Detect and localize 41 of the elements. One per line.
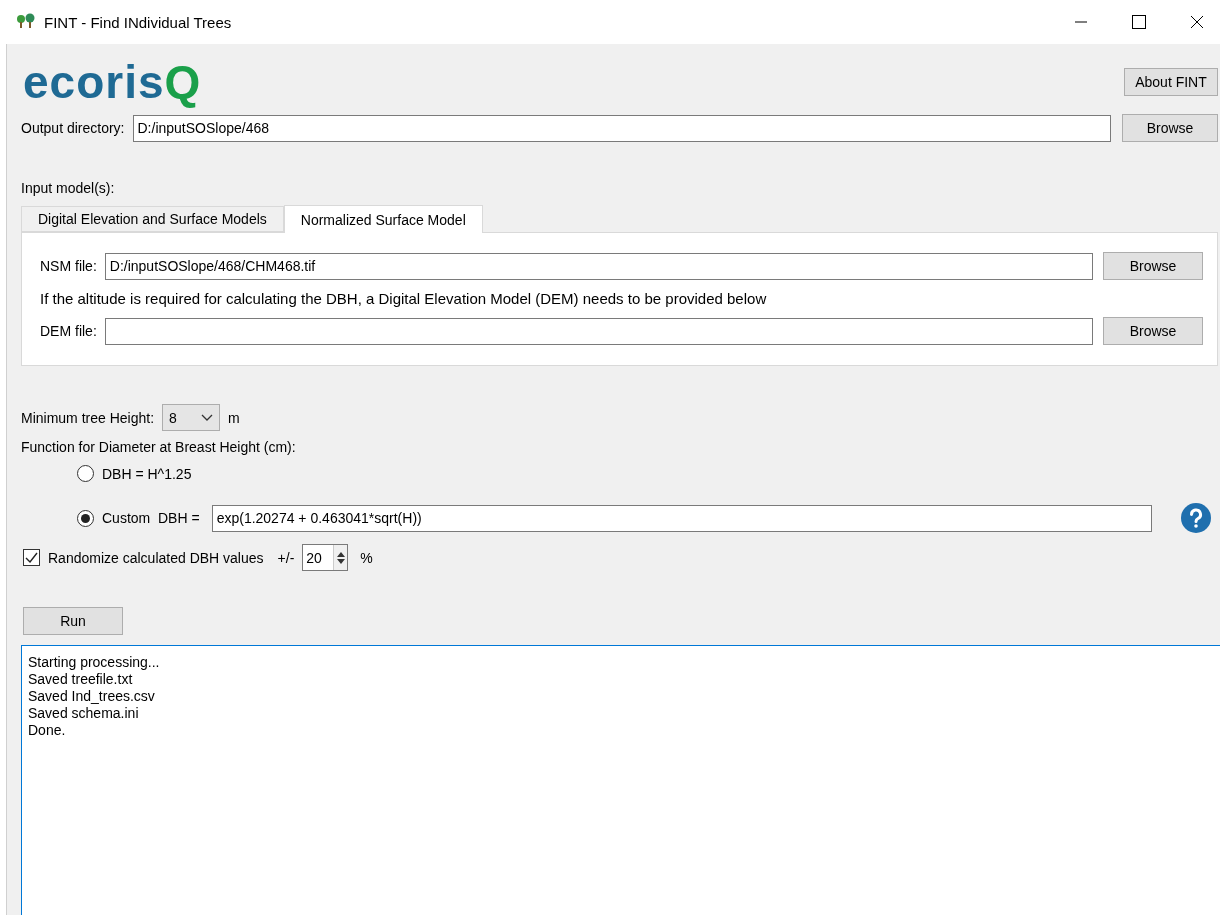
custom-dbh-field[interactable]: exp(1.20274 + 0.463041*sqrt(H)) <box>211 504 1152 532</box>
run-button[interactable]: Run <box>23 607 123 635</box>
chevron-down-icon <box>201 413 214 422</box>
dbh-function-label: Function for Diameter at Breast Height (cm): <box>21 439 297 455</box>
browse-button[interactable]: Browse <box>1122 114 1218 142</box>
about-button[interactable]: About FINT <box>1124 68 1218 96</box>
output-directory-label: Output directory: <box>21 120 125 136</box>
note-text: If the altitude is required for calculating the DBH, a Digital Elevation Model (DEM) needs to be provided below <box>40 290 768 307</box>
radio-button[interactable] <box>77 465 94 482</box>
log-line: Saved treefile.txt <box>28 671 134 688</box>
logo: ecorisQ <box>22 55 202 109</box>
unit-label: m <box>228 409 240 426</box>
check-icon <box>25 552 38 563</box>
log-line: Done. <box>28 722 67 739</box>
log-line: Saved schema.ini <box>28 705 140 722</box>
percent-label: % <box>360 549 373 566</box>
log-line: Starting processing... <box>28 654 161 671</box>
nsm-file-field[interactable]: D:/inputSOSlope/468/CHM468.tif <box>104 252 1093 280</box>
dem-file-field[interactable] <box>104 317 1093 345</box>
radio-button[interactable] <box>77 509 94 527</box>
plus-minus-label: +/- <box>277 549 295 566</box>
browse-button[interactable]: Browse <box>1103 252 1203 280</box>
height-dropdown[interactable]: 8 <box>162 404 221 431</box>
checkbox[interactable] <box>23 549 40 566</box>
percent-spinbox[interactable]: 20 <box>302 544 349 571</box>
trees-icon <box>16 13 36 31</box>
input-models-label: Input model(s): <box>21 180 116 196</box>
spin-arrows-icon <box>336 550 345 565</box>
dem-file-label: DEM file: <box>40 323 97 339</box>
output-directory-field[interactable]: D:/inputSOSlope/468 <box>132 114 1111 142</box>
nsm-file-label: NSM file: <box>40 258 97 274</box>
window-title: FINT - Find INdividual Trees <box>44 13 233 31</box>
radio-label: Custom DBH = <box>102 510 200 526</box>
tab[interactable]: Normalized Surface Model <box>283 205 483 233</box>
radio-label: DBH = H^1.25 <box>102 465 192 482</box>
tab[interactable]: Digital Elevation and Surface Models <box>21 206 284 232</box>
help-icon[interactable] <box>1180 502 1212 534</box>
min-height-label: Minimum tree Height: <box>21 409 155 426</box>
randomize-label: Randomize calculated DBH values <box>48 549 264 566</box>
browse-button[interactable]: Browse <box>1103 317 1203 345</box>
log-line: Saved Ind_trees.csv <box>28 688 156 705</box>
